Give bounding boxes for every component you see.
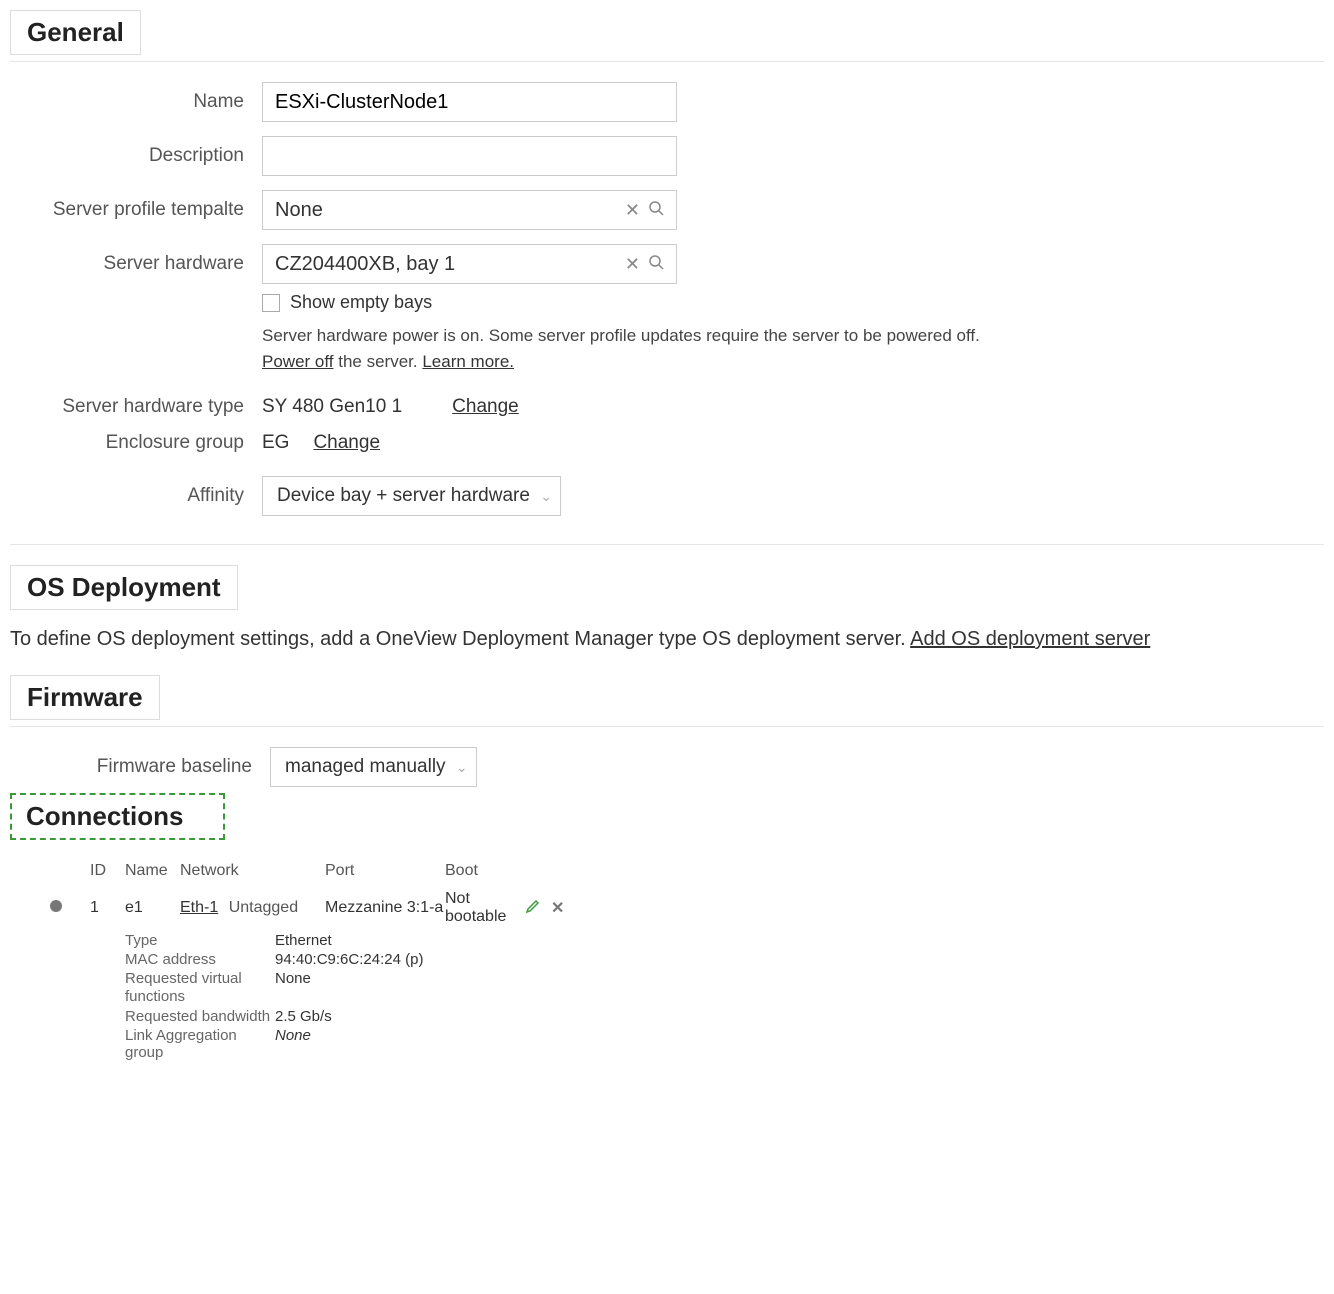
template-lookup[interactable]: None ✕ (262, 190, 677, 230)
chevron-down-icon: ⌄ (540, 488, 552, 505)
baseline-select[interactable]: managed manually ⌄ (270, 747, 477, 787)
clear-icon[interactable]: ✕ (621, 254, 644, 275)
show-empty-checkbox[interactable] (262, 294, 280, 312)
hwtype-value: SY 480 Gen10 1 (262, 396, 402, 418)
section-connections[interactable]: Connections (10, 793, 225, 840)
name-label: Name (10, 91, 262, 113)
learn-more-link[interactable]: Learn more. (422, 352, 514, 371)
clear-icon[interactable]: ✕ (621, 200, 644, 221)
hardware-label: Server hardware (10, 253, 262, 275)
conn-id: 1 (90, 899, 125, 917)
hardware-lookup[interactable]: CZ204400XB, bay 1 ✕ (262, 244, 677, 284)
eg-change-link[interactable]: Change (313, 432, 380, 454)
search-icon[interactable] (644, 254, 668, 275)
chevron-down-icon: ⌄ (456, 759, 468, 776)
add-os-server-link[interactable]: Add OS deployment server (910, 628, 1150, 650)
os-deployment-note: To define OS deployment settings, add a … (10, 628, 1324, 651)
conn-boot: Not bootable (445, 890, 525, 926)
power-note: Server hardware power is on. Some server… (262, 323, 982, 374)
affinity-label: Affinity (10, 485, 262, 507)
conn-port: Mezzanine 3:1-a (325, 899, 445, 917)
remove-icon[interactable]: ✕ (551, 898, 564, 919)
template-value: None (275, 199, 621, 222)
description-label: Description (10, 145, 262, 167)
connection-details: Type Ethernet MAC address 94:40:C9:6C:24… (125, 932, 1324, 1061)
show-empty-label: Show empty bays (290, 292, 432, 313)
section-os-deployment[interactable]: OS Deployment (10, 565, 238, 610)
conn-network-link[interactable]: Eth-1 (180, 899, 218, 916)
conn-network-tag: Untagged (229, 899, 298, 916)
section-firmware[interactable]: Firmware (10, 675, 160, 720)
conn-name: e1 (125, 899, 180, 917)
affinity-select[interactable]: Device bay + server hardware ⌄ (262, 476, 561, 516)
power-off-link[interactable]: Power off (262, 352, 334, 371)
eg-value: EG (262, 432, 289, 454)
name-input[interactable] (262, 82, 677, 122)
status-dot-icon (50, 900, 62, 912)
hwtype-change-link[interactable]: Change (452, 396, 519, 418)
template-label: Server profile tempalte (10, 199, 262, 221)
search-icon[interactable] (644, 200, 668, 221)
hwtype-label: Server hardware type (10, 396, 262, 418)
eg-label: Enclosure group (10, 432, 262, 454)
section-general[interactable]: General (10, 10, 141, 55)
hardware-value: CZ204400XB, bay 1 (275, 253, 621, 276)
connections-header: ID Name Network Port Boot (50, 862, 1324, 880)
edit-icon[interactable] (525, 898, 541, 919)
baseline-label: Firmware baseline (10, 756, 270, 778)
connection-row[interactable]: 1 e1 Eth-1 Untagged Mezzanine 3:1-a Not … (50, 890, 1324, 926)
description-input[interactable] (262, 136, 677, 176)
